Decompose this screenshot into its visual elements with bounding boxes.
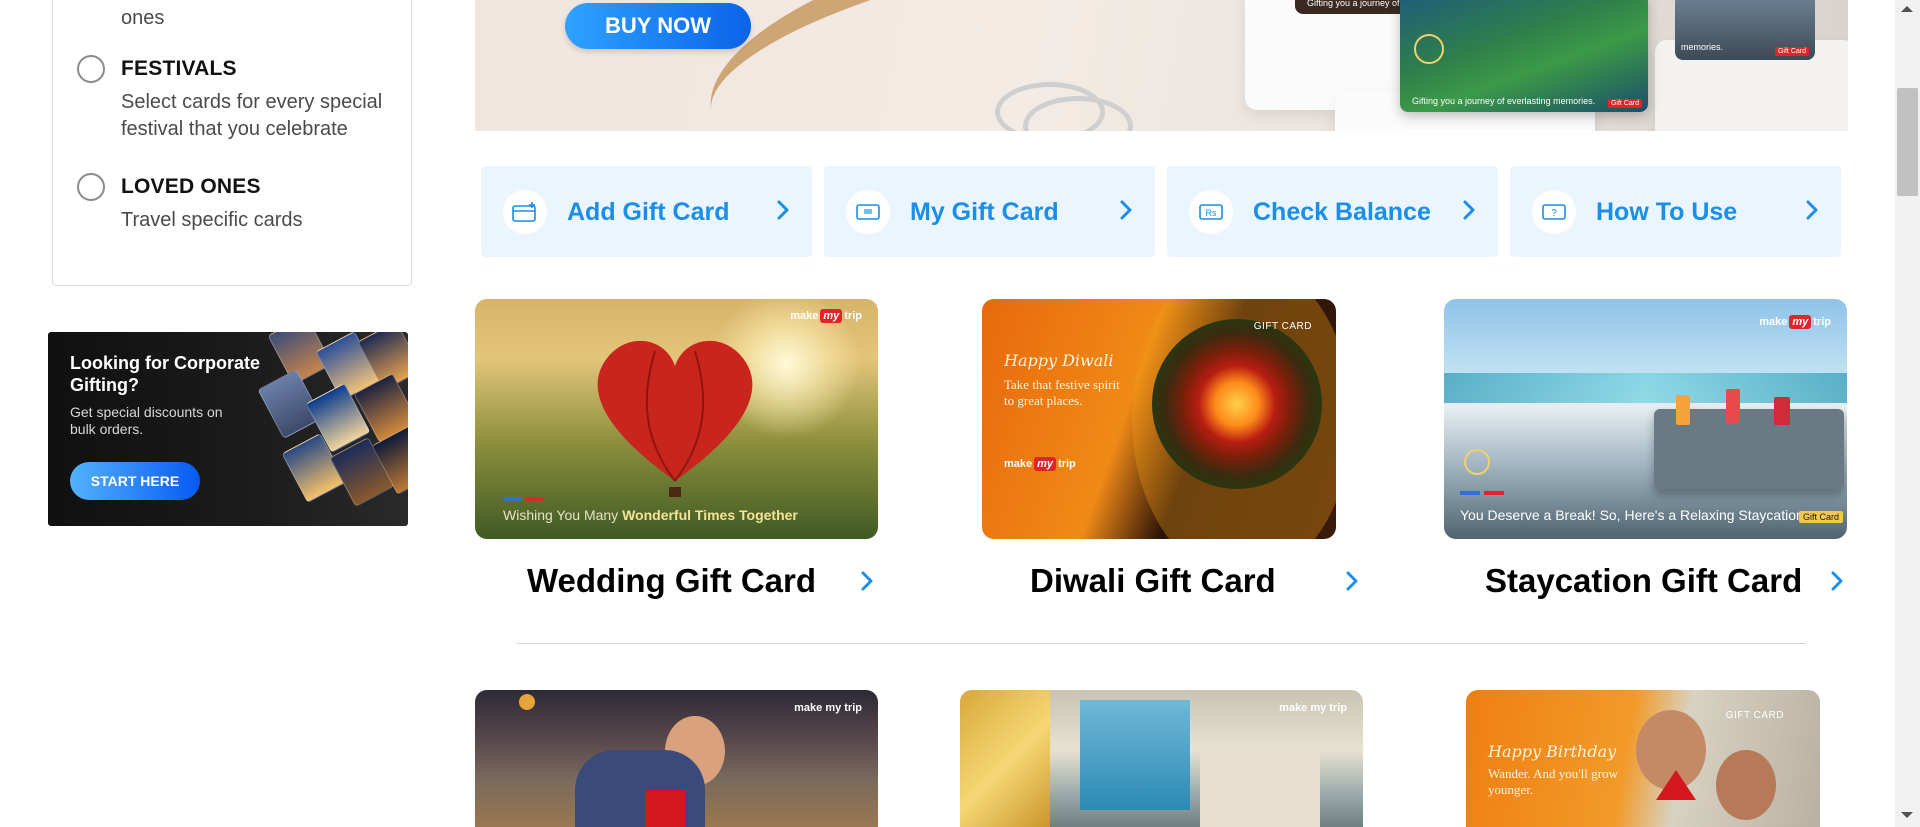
add-card-icon xyxy=(503,190,547,234)
parent-figure xyxy=(575,750,705,827)
gift-card-image[interactable]: make my trip xyxy=(960,690,1363,827)
tile-how-to-use[interactable]: ? How To Use xyxy=(1510,166,1841,257)
vertical-scrollbar[interactable] xyxy=(1895,0,1920,827)
brand-logo: make my trip xyxy=(1279,702,1347,714)
tile-my-gift-card[interactable]: My Gift Card xyxy=(824,166,1155,257)
rupee-card-icon: Rs xyxy=(1189,190,1233,234)
rings-logo-icon xyxy=(1414,34,1444,64)
location-pin-icon xyxy=(1464,449,1490,475)
radio-button[interactable] xyxy=(77,55,105,83)
filter-desc: Travel specific cards xyxy=(121,209,303,231)
birthday-gift-card-image[interactable]: Happy Birthday Wander. And you'll grow y… xyxy=(1466,690,1820,827)
chevron-right-icon xyxy=(1462,199,1476,226)
filter-desc: Select cards for every special festival … xyxy=(121,91,383,140)
staycation-gift-card-image[interactable]: make my trip You Deserve a Break! So, Here… xyxy=(1444,299,1847,539)
chevron-right-icon[interactable] xyxy=(1345,570,1359,597)
promo-subtitle: Get special discounts on bulk orders. xyxy=(70,404,223,437)
radio-button[interactable] xyxy=(77,173,105,201)
wedding-gift-card-image[interactable]: make my trip Wishing You Many Wonderful Ti… xyxy=(475,299,878,539)
brand-logo: make my trip xyxy=(790,309,862,323)
svg-text:?: ? xyxy=(1551,208,1557,219)
brand-logo: make my trip xyxy=(1759,315,1831,329)
brand-logo: make my trip xyxy=(1004,457,1076,471)
banner-gift-card: memories. Gift Card xyxy=(1675,0,1815,60)
window-sea-view xyxy=(1080,700,1190,810)
chevron-right-icon xyxy=(1119,199,1133,226)
brand-logo: make my trip xyxy=(794,702,862,714)
diwali-gift-card-title[interactable]: Diwali Gift Card xyxy=(1030,562,1276,600)
chevron-right-icon[interactable] xyxy=(1830,570,1844,597)
gift-box-icon xyxy=(645,790,685,827)
bed xyxy=(1200,750,1320,827)
tile-label: Check Balance xyxy=(1253,198,1431,226)
filter-title: LOVED ONES xyxy=(121,175,261,198)
my-card-icon xyxy=(846,190,890,234)
heart-balloon-icon xyxy=(597,340,753,497)
brand-stripes xyxy=(1460,491,1504,495)
staycation-gift-card-title[interactable]: Staycation Gift Card xyxy=(1485,562,1802,600)
wedding-gift-card-title[interactable]: Wedding Gift Card xyxy=(527,562,816,600)
chevron-right-icon xyxy=(776,199,790,226)
diwali-gift-card-image[interactable]: Happy Diwali Take that festive spirit to… xyxy=(982,299,1336,539)
start-here-button[interactable]: START HERE xyxy=(70,462,200,500)
person-figure xyxy=(1716,750,1776,820)
svg-text:Rs: Rs xyxy=(1206,208,1217,218)
tile-label: How To Use xyxy=(1596,198,1738,226)
lantern-icon xyxy=(519,694,535,710)
chevron-right-icon xyxy=(1805,199,1819,226)
scroll-down-arrow-icon[interactable] xyxy=(1901,812,1913,818)
brand-stripes xyxy=(503,497,543,501)
tile-check-balance[interactable]: Rs Check Balance xyxy=(1167,166,1498,257)
filter-title: FESTIVALS xyxy=(121,57,237,80)
section-divider xyxy=(516,643,1806,644)
scroll-up-arrow-icon[interactable] xyxy=(1901,6,1913,12)
tile-add-gift-card[interactable]: Add Gift Card xyxy=(481,166,812,257)
question-card-icon: ? xyxy=(1532,190,1576,234)
card-caption: Wishing You Many Wonderful Times Togethe… xyxy=(503,507,798,523)
gift-ribbon-icon xyxy=(960,690,1050,827)
hero-banner: Gifting you a journey of ev Gifting you … xyxy=(475,0,1848,131)
filter-panel: ones FESTIVALS Select cards for every sp… xyxy=(52,0,412,286)
scrollbar-thumb[interactable] xyxy=(1897,88,1918,196)
diya-rangoli-icon xyxy=(1152,319,1322,489)
promo-title: Looking for Corporate Gifting? xyxy=(70,353,260,395)
banner-gift-card-main: Gifting you a journey of everlasting mem… xyxy=(1400,0,1648,112)
corporate-gifting-promo: Looking for Corporate Gifting? Get speci… xyxy=(48,332,408,526)
filter-desc: ones xyxy=(121,7,165,29)
buy-now-button[interactable]: BUY NOW xyxy=(565,3,751,49)
promo-photo-collage xyxy=(257,332,408,526)
tile-label: My Gift Card xyxy=(910,198,1059,226)
tile-label: Add Gift Card xyxy=(567,198,730,226)
chevron-right-icon[interactable] xyxy=(860,570,874,597)
gift-card-image[interactable]: make my trip xyxy=(475,690,878,827)
